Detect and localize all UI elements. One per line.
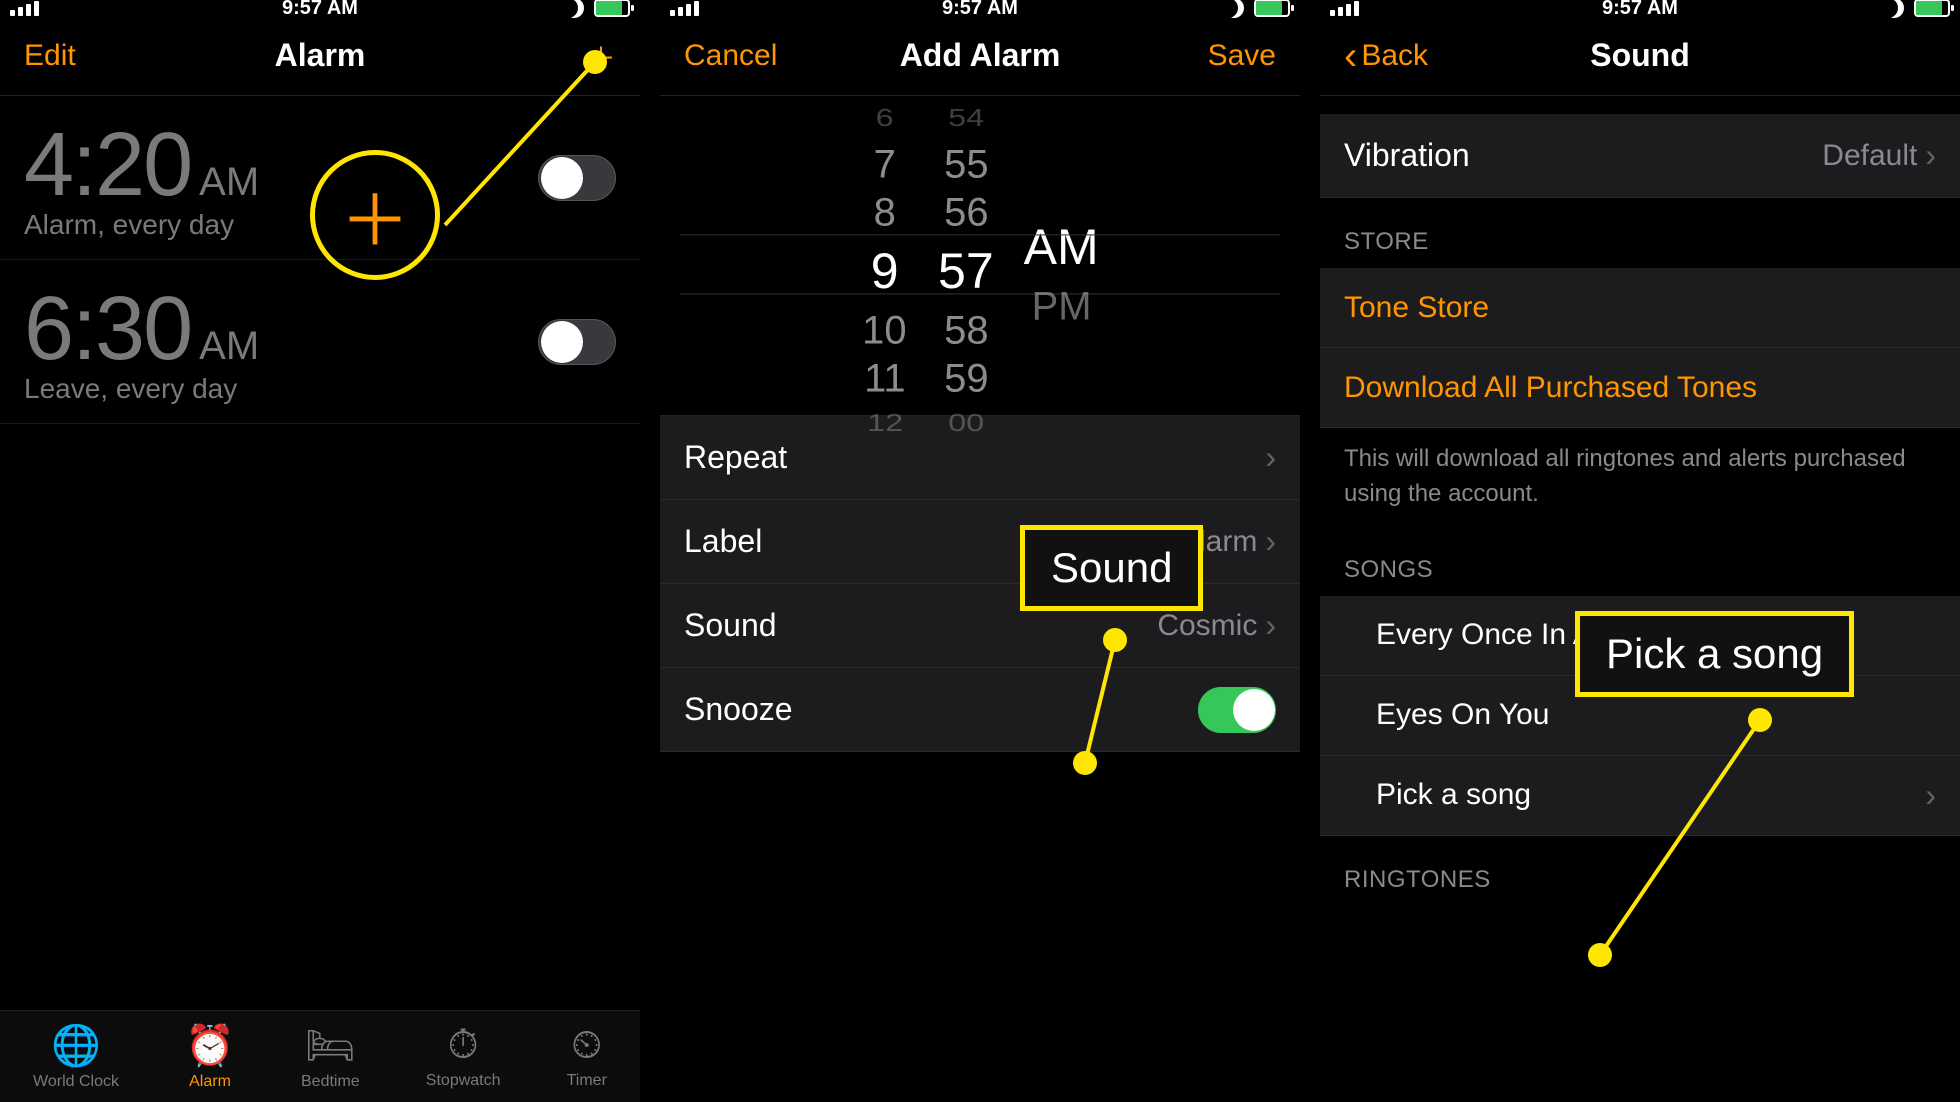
status-bar: 9:57 AM — [1320, 0, 1960, 16]
tab-bedtime[interactable]: 🛏Bedtime — [301, 1022, 360, 1091]
sound-row[interactable]: Sound Cosmic› — [660, 584, 1300, 668]
signal-icon — [1330, 1, 1359, 16]
page-title: Sound — [1590, 37, 1690, 74]
bed-icon: 🛏 — [305, 1022, 356, 1069]
song-row[interactable]: Eyes On You — [1320, 676, 1960, 756]
chevron-right-icon: › — [1265, 439, 1276, 476]
tab-stopwatch[interactable]: ⏱Stopwatch — [426, 1023, 501, 1090]
tab-world-clock[interactable]: 🌐World Clock — [33, 1022, 119, 1091]
label-row[interactable]: Label Alarm› — [660, 500, 1300, 584]
alarm-time: 4:20 — [24, 114, 191, 217]
signal-icon — [10, 1, 39, 16]
chevron-left-icon: ‹ — [1344, 36, 1357, 76]
label-label: Label — [684, 523, 762, 560]
screen-sound: 9:57 AM ‹ Back Sound Vibration Default› … — [1320, 0, 1960, 1102]
chevron-right-icon: › — [1925, 777, 1936, 814]
section-store: STORE — [1320, 198, 1960, 268]
song-row[interactable]: Every Once In A While — [1320, 596, 1960, 676]
alarm-time: 6:30 — [24, 278, 191, 381]
snooze-label: Snooze — [684, 691, 793, 728]
battery-icon — [1914, 0, 1950, 17]
battery-icon — [594, 0, 630, 17]
alarm-row[interactable]: 4:20 AM Alarm, every day — [0, 96, 640, 260]
alarm-row[interactable]: 6:30 AM Leave, every day — [0, 260, 640, 424]
alarm-icon: ⏰ — [185, 1022, 235, 1069]
navbar: Cancel Add Alarm Save — [660, 16, 1300, 96]
picker-hours[interactable]: 6 7 8 9 10 11 12 — [861, 97, 908, 445]
snooze-toggle[interactable] — [1198, 687, 1276, 733]
cancel-button[interactable]: Cancel — [684, 39, 777, 73]
picker-minutes[interactable]: 54 55 56 57 58 59 00 — [938, 97, 994, 445]
alarm-subtitle: Alarm, every day — [24, 209, 259, 241]
alarm-toggle[interactable] — [538, 319, 616, 365]
globe-icon: 🌐 — [51, 1022, 101, 1069]
chevron-right-icon: › — [1265, 607, 1276, 644]
page-title: Alarm — [275, 37, 366, 74]
tabbar: 🌐World Clock ⏰Alarm 🛏Bedtime ⏱Stopwatch … — [0, 1010, 640, 1102]
chevron-right-icon: › — [1265, 523, 1276, 560]
back-label: Back — [1361, 39, 1428, 73]
vibration-row[interactable]: Vibration Default› — [1320, 114, 1960, 198]
back-button[interactable]: ‹ Back — [1344, 36, 1428, 76]
pick-a-song-row[interactable]: Pick a song › — [1320, 756, 1960, 836]
sound-value: Cosmic — [1157, 609, 1257, 643]
screen-alarm-list: 9:57 AM Edit Alarm ＋ 4:20 AM Alarm, ever… — [0, 0, 640, 1102]
alarm-ampm: AM — [199, 324, 259, 369]
vibration-value: Default — [1822, 139, 1917, 173]
section-songs: SONGS — [1320, 526, 1960, 596]
save-button[interactable]: Save — [1208, 39, 1276, 73]
alarm-ampm: AM — [199, 160, 259, 205]
tone-store-link[interactable]: Tone Store — [1320, 268, 1960, 348]
alarm-info: 4:20 AM Alarm, every day — [24, 114, 259, 241]
timer-icon: ⏲ — [571, 1023, 602, 1068]
status-bar: 9:57 AM — [0, 0, 640, 16]
page-title: Add Alarm — [900, 37, 1061, 74]
section-ringtones: RINGTONES — [1320, 836, 1960, 906]
tab-timer[interactable]: ⏲Timer — [567, 1023, 607, 1090]
screen-add-alarm: 9:57 AM Cancel Add Alarm Save 6 7 8 9 10… — [660, 0, 1300, 1102]
time-picker[interactable]: 6 7 8 9 10 11 12 54 55 56 57 58 59 00 — [660, 96, 1300, 416]
sound-label: Sound — [684, 607, 777, 644]
label-value: Alarm — [1179, 525, 1257, 559]
stopwatch-icon: ⏱ — [448, 1023, 479, 1068]
edit-button[interactable]: Edit — [24, 39, 76, 73]
alarm-toggle[interactable] — [538, 155, 616, 201]
snooze-row: Snooze — [660, 668, 1300, 752]
alarm-subtitle: Leave, every day — [24, 373, 259, 405]
navbar: Edit Alarm ＋ — [0, 16, 640, 96]
add-alarm-button[interactable]: ＋ — [586, 34, 616, 78]
signal-icon — [670, 1, 699, 16]
status-bar: 9:57 AM — [660, 0, 1300, 16]
vibration-label: Vibration — [1344, 137, 1470, 174]
battery-icon — [1254, 0, 1290, 17]
chevron-right-icon: › — [1925, 137, 1936, 174]
picker-ampm[interactable]: AM PM — [1024, 212, 1099, 330]
repeat-label: Repeat — [684, 439, 787, 476]
download-all-link[interactable]: Download All Purchased Tones — [1320, 348, 1960, 428]
download-note: This will download all ringtones and ale… — [1320, 428, 1960, 526]
tab-alarm[interactable]: ⏰Alarm — [185, 1022, 235, 1091]
alarm-info: 6:30 AM Leave, every day — [24, 278, 259, 405]
navbar: ‹ Back Sound — [1320, 16, 1960, 96]
